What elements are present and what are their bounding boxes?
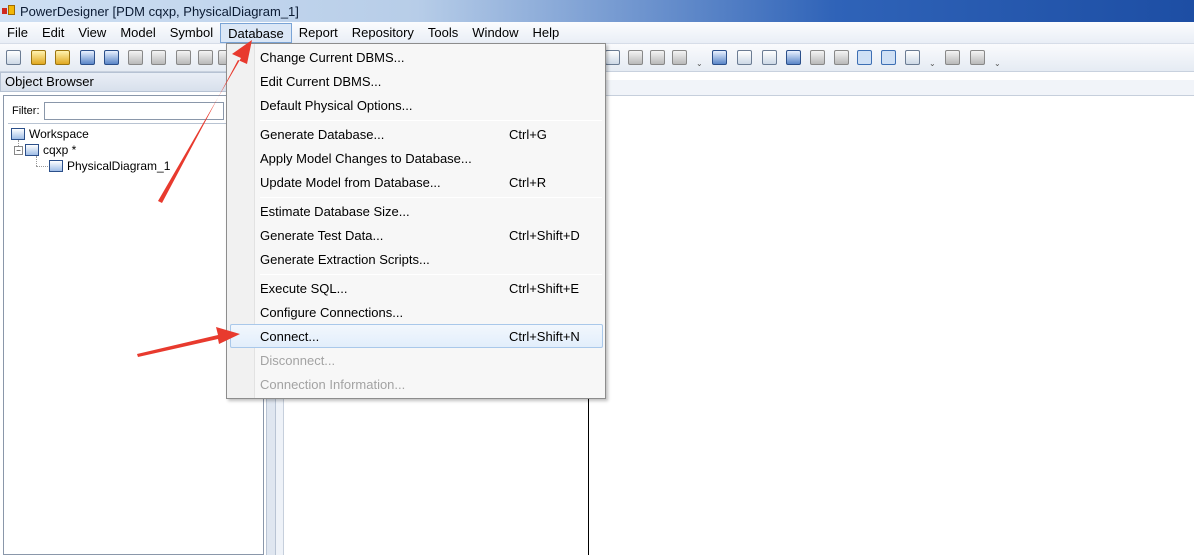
menu-item-default-physical-options[interactable]: Default Physical Options...	[230, 93, 603, 117]
collapse-toggle-icon[interactable]: −	[14, 145, 23, 155]
undo-icon[interactable]	[650, 50, 665, 65]
browser-toggle-icon[interactable]	[857, 50, 872, 65]
diagram-view-icon[interactable]	[712, 50, 727, 65]
menu-item-execute-sql[interactable]: Execute SQL... Ctrl+Shift+E	[230, 276, 603, 300]
copy-icon[interactable]	[198, 50, 213, 65]
menu-item-connect[interactable]: Connect... Ctrl+Shift+N	[230, 324, 603, 348]
powerdesigner-app-icon	[2, 5, 16, 17]
menu-separator	[260, 120, 602, 121]
properties-icon[interactable]	[628, 50, 643, 65]
menu-item-generate-database[interactable]: Generate Database... Ctrl+G	[230, 122, 603, 146]
zoom-out-icon[interactable]	[762, 50, 777, 65]
diagram-page-border	[588, 398, 589, 555]
zoom-page-icon[interactable]	[786, 50, 801, 65]
tree-item-workspace-label: Workspace	[29, 127, 89, 141]
menu-view[interactable]: View	[71, 23, 113, 43]
menu-report[interactable]: Report	[292, 23, 345, 43]
menu-item-apply-model-changes[interactable]: Apply Model Changes to Database...	[230, 146, 603, 170]
menu-edit[interactable]: Edit	[35, 23, 71, 43]
tree-connector-line-2	[36, 156, 37, 166]
menu-item-update-model-from-database[interactable]: Update Model from Database... Ctrl+R	[230, 170, 603, 194]
tree-connector-hline	[36, 166, 48, 167]
redo-icon[interactable]	[672, 50, 687, 65]
database-dropdown-menu: Change Current DBMS... Edit Current DBMS…	[226, 43, 606, 399]
print-preview-icon-2[interactable]	[945, 50, 960, 65]
menu-item-disconnect: Disconnect...	[260, 352, 336, 368]
menu-bar: File Edit View Model Symbol Database Rep…	[0, 22, 1194, 44]
tree-item-workspace[interactable]: Workspace	[11, 127, 89, 141]
tree-item-model-label: cqxp *	[43, 143, 77, 157]
workspace-icon	[11, 128, 25, 140]
menu-separator	[260, 274, 602, 275]
tree-item-diagram-label: PhysicalDiagram_1	[67, 159, 171, 173]
menu-symbol[interactable]: Symbol	[163, 23, 220, 43]
new-project-icon[interactable]	[31, 50, 46, 65]
tree-item-diagram[interactable]: PhysicalDiagram_1	[49, 159, 170, 173]
menu-repository[interactable]: Repository	[345, 23, 421, 43]
menu-item-edit-current-dbms[interactable]: Edit Current DBMS...	[230, 69, 603, 93]
menu-file[interactable]: File	[0, 23, 35, 43]
menu-database[interactable]: Database	[220, 22, 292, 43]
menu-window[interactable]: Window	[465, 23, 525, 43]
menu-help[interactable]: Help	[526, 23, 567, 43]
new-model-icon[interactable]	[6, 50, 21, 65]
print-icon[interactable]	[151, 50, 166, 65]
print-icon-2[interactable]	[970, 50, 985, 65]
window-title: PowerDesigner [PDM cqxp, PhysicalDiagram…	[20, 3, 299, 19]
open-folder-icon[interactable]	[55, 50, 70, 65]
print-preview-icon[interactable]	[128, 50, 143, 65]
save-all-icon[interactable]	[104, 50, 119, 65]
filter-input[interactable]	[43, 102, 224, 120]
zoom-fit-icon[interactable]	[810, 50, 825, 65]
toolbar-overflow-chevron-icon-3[interactable]: ⌄	[994, 58, 1001, 70]
toolbar-overflow-chevron-icon[interactable]: ⌄	[696, 58, 703, 70]
object-browser-panel: Filter: Workspace − cqxp * PhysicalDiagr…	[3, 95, 264, 555]
cut-icon[interactable]	[176, 50, 191, 65]
toolbar-overflow-chevron-icon-2[interactable]: ⌄	[929, 58, 936, 70]
output-toggle-icon[interactable]	[881, 50, 896, 65]
menu-model[interactable]: Model	[113, 23, 162, 43]
menu-item-generate-extraction-scripts[interactable]: Generate Extraction Scripts...	[230, 247, 603, 271]
layout-icon[interactable]	[834, 50, 849, 65]
menu-item-configure-connections[interactable]: Configure Connections...	[230, 300, 603, 324]
zoom-in-icon[interactable]	[737, 50, 752, 65]
title-bar: PowerDesigner [PDM cqxp, PhysicalDiagram…	[0, 0, 1194, 22]
find-icon[interactable]	[605, 50, 620, 65]
save-icon[interactable]	[80, 50, 95, 65]
menu-separator	[260, 197, 602, 198]
menu-item-generate-test-data[interactable]: Generate Test Data... Ctrl+Shift+D	[230, 223, 603, 247]
menu-item-estimate-database-size[interactable]: Estimate Database Size...	[230, 199, 603, 223]
physical-model-icon	[25, 144, 39, 156]
filter-separator	[8, 123, 260, 124]
diagram-icon	[49, 160, 63, 172]
menu-item-connection-information: Connection Information...	[260, 376, 406, 392]
result-list-icon[interactable]	[905, 50, 920, 65]
filter-label: Filter:	[12, 105, 40, 117]
menu-item-change-current-dbms[interactable]: Change Current DBMS...	[230, 45, 603, 69]
tree-item-model[interactable]: − cqxp *	[14, 143, 76, 157]
filter-row: Filter:	[8, 102, 258, 120]
menu-tools[interactable]: Tools	[421, 23, 465, 43]
